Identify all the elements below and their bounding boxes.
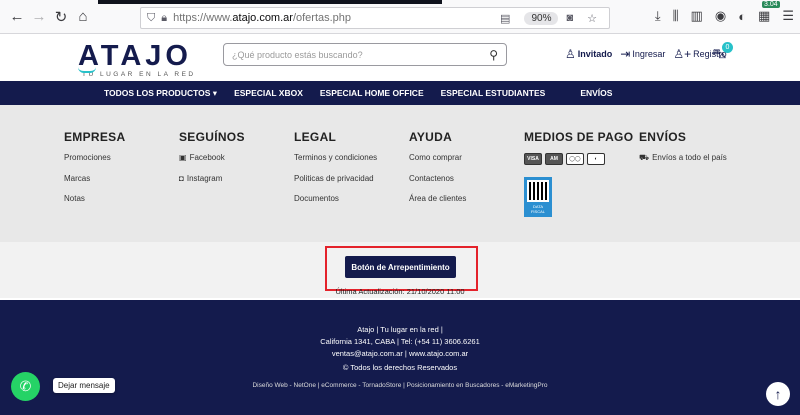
facebook-icon: ▣ <box>179 153 187 162</box>
screenshot-icon[interactable]: ◐ <box>738 9 746 24</box>
col-ayuda-title: AYUDA <box>409 130 453 144</box>
mastercard-icon: ◯◯ <box>566 153 584 165</box>
nav-envios[interactable]: ENVÍOS <box>580 88 612 98</box>
logo-tagline: TU LUGAR EN LA RED <box>82 71 196 78</box>
link-marcas[interactable]: Marcas <box>64 174 125 195</box>
col-seguinos-title: SEGUÍNOS <box>179 130 245 144</box>
nav-todos-productos[interactable]: TODOS LOS PRODUCTOS ▾ <box>104 88 217 99</box>
atajo-logo[interactable]: ATAJO TU LUGAR EN LA RED <box>78 41 198 78</box>
arrepentimiento-button[interactable]: Botón de Arrepentimiento <box>345 256 456 278</box>
site-header: ATAJO TU LUGAR EN LA RED ⚲ ♙Invitado ⇥In… <box>0 34 800 81</box>
link-instagram[interactable]: ◘ Instagram <box>179 174 245 195</box>
link-como-comprar[interactable]: Como comprar <box>409 153 466 174</box>
whatsapp-tooltip[interactable]: Dejar mensaje <box>53 378 115 393</box>
address-bar[interactable]: ⛉ 🔒︎ https://www.atajo.com.ar/ofertas.ph… <box>140 7 610 29</box>
truck-icon: ⛟ <box>639 153 650 162</box>
nav-especial-xbox[interactable]: ESPECIAL XBOX <box>234 88 303 98</box>
col-pagos-title: MEDIOS DE PAGO <box>524 130 634 144</box>
tab-strip <box>98 0 442 4</box>
col-legal: LEGAL Terminos y condiciones Politicas d… <box>294 130 377 215</box>
contact-line: ventas@atajo.com.ar | www.atajo.com.ar <box>331 349 469 358</box>
link-privacidad[interactable]: Politicas de privacidad <box>294 174 377 195</box>
footer-links: EMPRESA Promociones Marcas Notas SEGUÍNO… <box>0 105 800 242</box>
payment-icons: VISA AM ◯◯ ◐ <box>524 153 633 165</box>
library-icon[interactable]: ⫼ <box>673 8 679 24</box>
credits-text[interactable]: Diseño Web - NetOne | eCommerce - Tornad… <box>0 382 800 389</box>
col-medios-pago: MEDIOS DE PAGO VISA AM ◯◯ ◐ DATA FISCAL <box>524 130 633 217</box>
home-icon[interactable]: ⌂ <box>72 6 94 28</box>
col-ayuda: AYUDA Como comprar Contactenos Área de c… <box>409 130 466 215</box>
add-user-icon: ♙+ <box>673 47 692 61</box>
search-input[interactable] <box>232 49 490 60</box>
link-area-clientes[interactable]: Área de clientes <box>409 194 466 215</box>
address-line: California 1341, CABA | Tel: (+54 11) 36… <box>320 337 480 346</box>
back-arrow-icon[interactable]: ← <box>6 6 28 28</box>
col-envios: ENVÍOS ⛟ Envíos a todo el país <box>639 130 727 174</box>
amex-icon: AM <box>545 153 563 165</box>
account-icon[interactable]: ◉ <box>715 8 726 24</box>
download-icon[interactable]: ⤓ <box>655 8 661 24</box>
zoom-indicator[interactable]: 90% <box>524 11 559 25</box>
forward-arrow-icon[interactable]: → <box>28 6 50 28</box>
link-terminos[interactable]: Terminos y condiciones <box>294 153 377 174</box>
qr-label: DATA FISCAL <box>530 204 545 214</box>
qr-code-icon <box>527 180 549 202</box>
bottom-footer: Atajo | Tu lugar en la red | California … <box>0 300 800 415</box>
instagram-label: Instagram <box>186 173 223 183</box>
reader-view-icon[interactable]: ▤ <box>500 12 510 25</box>
menu-icon[interactable]: ☰ <box>782 8 794 24</box>
pocket-icon[interactable]: ◙ <box>566 12 573 24</box>
bookmark-star-icon[interactable]: ☆ <box>587 12 597 25</box>
col-empresa-title: EMPRESA <box>64 130 126 144</box>
link-facebook[interactable]: ▣ Facebook <box>179 153 245 174</box>
diners-icon: ◐ <box>587 153 605 165</box>
ingresar-label: Ingresar <box>632 49 666 59</box>
search-icon[interactable]: ⚲ <box>489 48 498 62</box>
extension-badge: 3.04 <box>762 1 780 8</box>
col-seguinos: SEGUÍNOS ▣ Facebook ◘ Instagram <box>179 130 245 194</box>
facebook-label: Facebook <box>189 153 225 162</box>
data-fiscal-qr[interactable]: DATA FISCAL <box>524 177 552 217</box>
col-legal-title: LEGAL <box>294 130 337 144</box>
search-bar: ⚲ <box>223 43 507 66</box>
link-notas[interactable]: Notas <box>64 194 125 215</box>
company-line: Atajo | Tu lugar en la red | <box>357 325 443 334</box>
rights-text: © Todos los derechos Reservados <box>342 363 458 372</box>
sidebar-icon[interactable]: ▥ <box>691 8 703 24</box>
link-contactenos[interactable]: Contactenos <box>409 174 466 195</box>
extension-icon[interactable]: ▦ 3.04 <box>758 1 780 24</box>
lock-icon[interactable]: 🔒︎ <box>161 12 167 25</box>
browser-toolbar: ← → ↻ ⌂ ⛉ 🔒︎ https://www.atajo.com.ar/of… <box>0 0 800 34</box>
whatsapp-icon: ✆ <box>19 378 32 394</box>
link-promociones[interactable]: Promociones <box>64 153 125 174</box>
shield-icon[interactable]: ⛉ <box>147 12 155 25</box>
visa-icon: VISA <box>524 153 542 165</box>
cart-button[interactable]: ⛍ 0 <box>712 42 733 64</box>
ingresar-link[interactable]: ⇥ Ingresar <box>620 47 665 61</box>
nav-especial-home-office[interactable]: ESPECIAL HOME OFFICE <box>320 88 424 98</box>
col-empresa: EMPRESA Promociones Marcas Notas <box>64 130 125 215</box>
cart-count-badge: 0 <box>722 42 733 53</box>
invitado-label: Invitado <box>577 49 613 59</box>
arrow-up-icon: ↑ <box>774 386 782 402</box>
scroll-top-button[interactable]: ↑ <box>766 382 790 406</box>
link-documentos[interactable]: Documentos <box>294 194 377 215</box>
reload-icon[interactable]: ↻ <box>50 6 72 28</box>
main-nav: TODOS LOS PRODUCTOS ▾ ESPECIAL XBOX ESPE… <box>0 81 800 105</box>
invitado-link[interactable]: ♙ Invitado <box>565 47 612 61</box>
envios-label: Envíos a todo el país <box>652 153 727 162</box>
arrepentimiento-section: Botón de Arrepentimiento Última Actualiz… <box>0 242 800 298</box>
url-text: https://www.atajo.com.ar/ofertas.php <box>173 12 352 24</box>
nav-especial-estudiantes[interactable]: ESPECIAL ESTUDIANTES <box>441 88 546 98</box>
user-icon: ♙ <box>565 47 576 61</box>
logo-text: ATAJO <box>78 40 192 72</box>
link-envios-pais[interactable]: ⛟ Envíos a todo el país <box>639 153 727 174</box>
last-update: Última Actualización: 21/10/2020 11:00 <box>335 287 465 296</box>
col-envios-title: ENVÍOS <box>639 130 687 144</box>
whatsapp-button[interactable]: ✆ <box>11 372 40 401</box>
instagram-icon: ◘ <box>179 173 184 183</box>
login-icon: ⇥ <box>620 47 631 61</box>
